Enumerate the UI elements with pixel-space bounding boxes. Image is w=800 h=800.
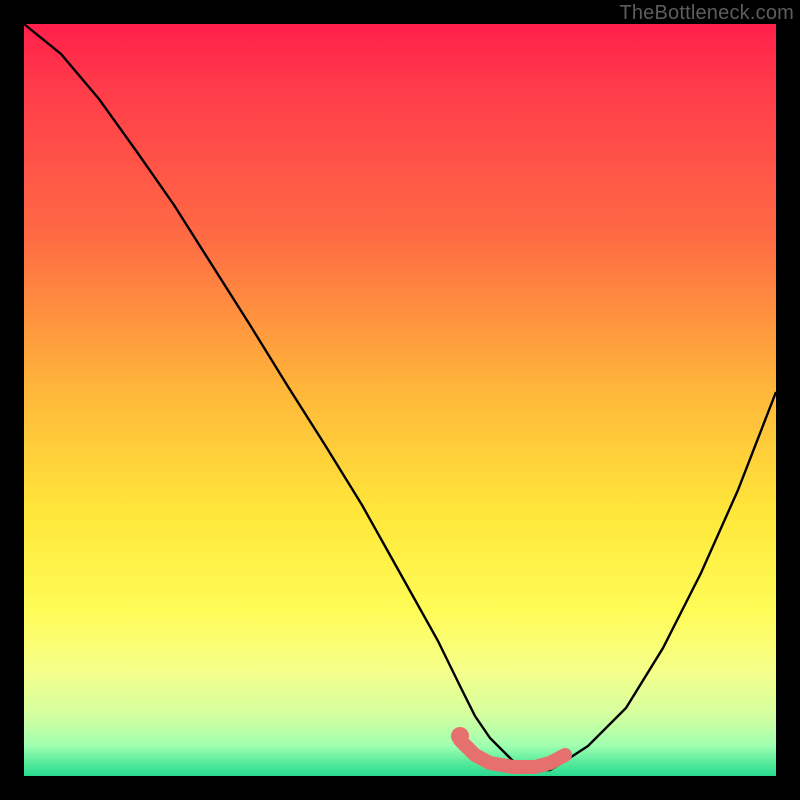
- bottleneck-curve: [24, 24, 776, 770]
- chart-frame: TheBottleneck.com: [0, 0, 800, 800]
- optimal-zone-start-dot: [451, 727, 469, 745]
- watermark-text: TheBottleneck.com: [619, 2, 794, 25]
- chart-plot-area: [24, 24, 776, 776]
- chart-svg: [24, 24, 776, 776]
- optimal-zone-marker: [460, 740, 565, 767]
